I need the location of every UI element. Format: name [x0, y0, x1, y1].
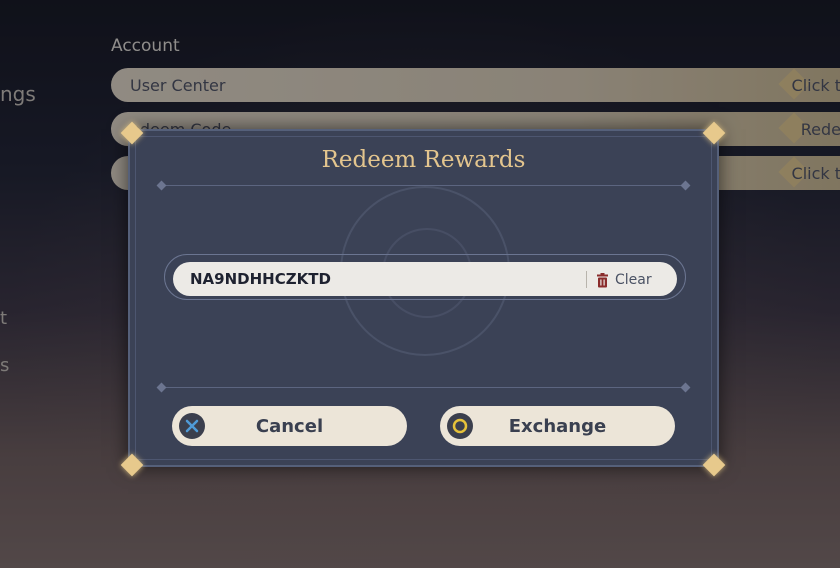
cancel-label: Cancel: [255, 416, 324, 437]
bottom-divider: [160, 387, 687, 388]
clear-button[interactable]: Clear: [596, 270, 652, 290]
trash-icon: [597, 272, 608, 287]
dialog-title: Redeem Rewards: [321, 147, 526, 173]
cancel-button[interactable]: Cancel: [172, 406, 407, 446]
input-separator: [586, 271, 587, 288]
exchange-button[interactable]: Exchange: [440, 406, 675, 446]
top-divider: [160, 185, 687, 186]
exchange-label: Exchange: [508, 416, 607, 437]
clear-label: Clear: [615, 272, 652, 288]
redeem-dialog: Redeem Rewards Clear Cancel Exchange: [128, 129, 719, 467]
